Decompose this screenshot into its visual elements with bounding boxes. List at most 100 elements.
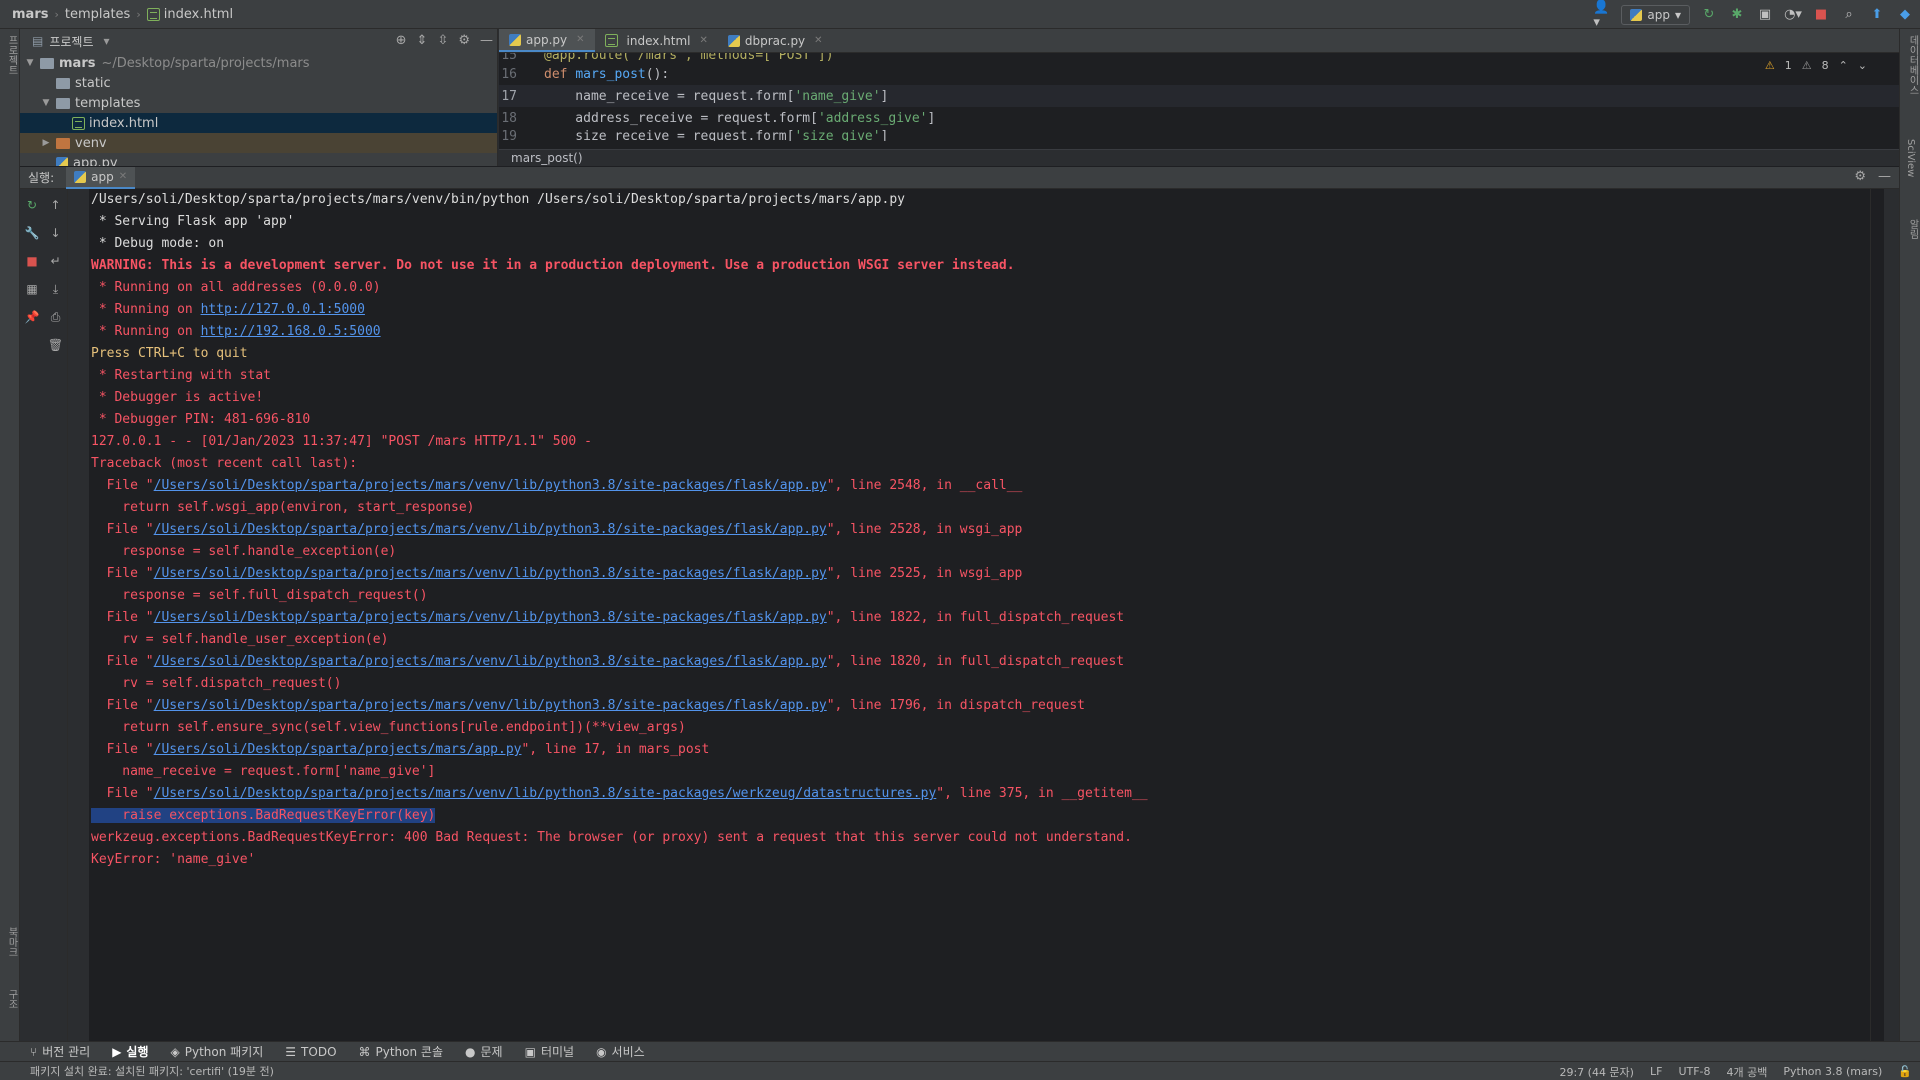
run-toolbar-secondary: ↑ ↓ ↵ ⤓ ⎙ 🗑 (44, 189, 68, 1042)
chevron-right-icon[interactable]: ▶ (40, 138, 52, 148)
lock-icon[interactable]: 🔓 (1898, 1065, 1912, 1078)
traceback-link[interactable]: /Users/soli/Desktop/sparta/projects/mars… (154, 742, 522, 757)
traceback-link[interactable]: /Users/soli/Desktop/sparta/projects/mars… (154, 522, 827, 537)
status-bar: 패키지 설치 완료: 설치된 패키지: 'certifi' (19분 전) 29… (0, 1061, 1920, 1080)
stop-icon[interactable]: ■ (1812, 6, 1830, 24)
update-icon[interactable]: ⬆ (1868, 6, 1886, 24)
chevron-down-icon[interactable]: ▼ (40, 98, 52, 108)
chevron-down-icon[interactable]: ▼ (24, 58, 36, 68)
close-icon[interactable]: ✕ (119, 171, 127, 182)
chevron-up-icon[interactable]: ⌃ (1839, 59, 1848, 72)
breadcrumb-file[interactable]: index.html (146, 7, 233, 22)
minimize-icon[interactable]: — (480, 33, 493, 48)
tool-python-console[interactable]: ⌘ Python 콘솔 (359, 1043, 444, 1060)
pin-icon[interactable]: 📌 (24, 309, 40, 325)
user-icon[interactable]: 👤▾ (1593, 0, 1611, 30)
tool-problems[interactable]: ● 문제 (465, 1043, 503, 1060)
trash-icon[interactable]: 🗑 (48, 337, 64, 353)
gear-icon[interactable]: ⚙ (458, 33, 470, 48)
layout-icon[interactable]: ▦ (24, 281, 40, 297)
project-panel-title[interactable]: 프로젝트 (49, 33, 93, 50)
soft-wrap-icon[interactable]: ↵ (48, 253, 64, 269)
selected-text[interactable]: raise exceptions.BadRequestKeyError(key) (91, 808, 436, 823)
inspection-widget[interactable]: ⚠ 1 ⚠ 8 ⌃ ⌄ (1765, 59, 1867, 72)
minimize-icon[interactable]: — (1878, 169, 1891, 184)
structure-tool-label[interactable]: 구조 (4, 989, 19, 1009)
python-icon (1630, 8, 1643, 21)
console-line: Traceback (most recent call last): (91, 456, 358, 471)
profile-icon[interactable]: ◔▾ (1784, 6, 1802, 24)
close-icon[interactable]: ✕ (814, 35, 822, 46)
tool-services[interactable]: ◉ 서비스 (596, 1043, 645, 1060)
tool-terminal[interactable]: ▣ 터미널 (525, 1043, 574, 1060)
rerun-icon[interactable]: ↻ (1700, 6, 1718, 24)
tab-label: index.html (626, 33, 691, 48)
wrench-icon[interactable]: 🔧 (24, 225, 40, 241)
close-icon[interactable]: ✕ (576, 34, 584, 45)
right-tool-strip: 데이터베이스 SciView 알림 (1899, 29, 1920, 1041)
search-icon[interactable]: ⌕ (1840, 6, 1858, 24)
status-message[interactable]: 패키지 설치 완료: 설치된 패키지: 'certifi' (19분 전) (30, 1063, 274, 1079)
run-config-selector[interactable]: app ▾ (1621, 4, 1690, 25)
chevron-down-icon[interactable]: ⌄ (1858, 59, 1867, 72)
project-tool-label[interactable]: 프로젝트 (4, 35, 19, 75)
console-scrollbar[interactable] (1870, 189, 1884, 1042)
traceback-link[interactable]: /Users/soli/Desktop/sparta/projects/mars… (154, 566, 827, 581)
traceback-link[interactable]: /Users/soli/Desktop/sparta/projects/mars… (154, 610, 827, 625)
bookmarks-tool-label[interactable]: 북마크 (4, 927, 19, 957)
locate-icon[interactable]: ⊕ (396, 33, 407, 48)
collapse-all-icon[interactable]: ⇳ (437, 33, 448, 48)
tree-item-app-py[interactable]: app.py (20, 153, 497, 166)
expand-all-icon[interactable]: ⇕ (417, 33, 428, 48)
tree-item-static[interactable]: static (20, 73, 497, 93)
debug-icon[interactable]: ✱ (1728, 6, 1746, 24)
breadcrumb-function[interactable]: mars_post() (511, 151, 583, 165)
plugin-icon[interactable]: ◆ (1896, 6, 1914, 24)
breadcrumb-folder[interactable]: templates (65, 7, 130, 22)
console-output[interactable]: /Users/soli/Desktop/sparta/projects/mars… (89, 189, 1884, 1042)
console-link[interactable]: http://127.0.0.1:5000 (201, 302, 365, 317)
coverage-icon[interactable]: ▣ (1756, 6, 1774, 24)
weak-warning-count: 8 (1821, 59, 1829, 72)
tree-item-venv[interactable]: ▶ venv (20, 133, 497, 153)
sciview-tool-label[interactable]: SciView (1905, 139, 1916, 177)
console-line: * Debugger PIN: 481-696-810 (91, 412, 311, 427)
code-editor[interactable]: 15 @app.route("/mars", methods=["POST"])… (499, 53, 1899, 149)
tree-item-index-html[interactable]: index.html (20, 113, 497, 133)
tool-run[interactable]: ▶ 실행 (112, 1043, 148, 1060)
python-icon (727, 34, 740, 47)
print-icon[interactable]: ⎙ (48, 309, 64, 325)
chevron-down-icon[interactable]: ▾ (104, 34, 110, 48)
breadcrumb-project[interactable]: mars (12, 7, 48, 22)
console-line: rv = self.dispatch_request() (91, 676, 342, 691)
line-separator[interactable]: LF (1650, 1065, 1662, 1078)
tool-version-control[interactable]: ⑂ 버전 관리 (30, 1043, 90, 1060)
stop-icon[interactable]: ■ (24, 253, 40, 269)
tree-item-mars[interactable]: ▼ mars ~/Desktop/sparta/projects/mars (20, 53, 497, 73)
traceback-link[interactable]: /Users/soli/Desktop/sparta/projects/mars… (154, 698, 827, 713)
traceback-link[interactable]: /Users/soli/Desktop/sparta/projects/mars… (154, 786, 937, 801)
traceback-link[interactable]: /Users/soli/Desktop/sparta/projects/mars… (154, 478, 827, 493)
tab-app-py[interactable]: app.py ✕ (499, 29, 595, 52)
tool-todo[interactable]: ☰ TODO (285, 1045, 336, 1059)
arrow-down-icon[interactable]: ↓ (48, 225, 64, 241)
notifications-tool-label[interactable]: 알림 (1905, 219, 1920, 239)
run-tab-app[interactable]: app ✕ (66, 166, 136, 189)
file-encoding[interactable]: UTF-8 (1678, 1065, 1710, 1078)
close-icon[interactable]: ✕ (700, 35, 708, 46)
console-link[interactable]: http://192.168.0.5:5000 (201, 324, 381, 339)
python-interpreter[interactable]: Python 3.8 (mars) (1783, 1065, 1882, 1078)
indent-setting[interactable]: 4개 공백 (1727, 1064, 1768, 1080)
database-tool-label[interactable]: 데이터베이스 (1905, 35, 1920, 95)
tab-index-html[interactable]: index.html ✕ (595, 29, 718, 52)
rerun-icon[interactable]: ↻ (24, 197, 40, 213)
tool-python-packages[interactable]: ◈ Python 패키지 (171, 1043, 264, 1060)
gear-icon[interactable]: ⚙ (1854, 169, 1866, 184)
code-text: size_receive = request.form['size_give'] (544, 129, 889, 141)
tab-dbprac-py[interactable]: dbprac.py ✕ (718, 29, 833, 52)
tree-item-templates[interactable]: ▼ templates (20, 93, 497, 113)
arrow-up-icon[interactable]: ↑ (48, 197, 64, 213)
scroll-to-end-icon[interactable]: ⤓ (48, 281, 64, 297)
traceback-link[interactable]: /Users/soli/Desktop/sparta/projects/mars… (154, 654, 827, 669)
caret-position[interactable]: 29:7 (44 문자) (1559, 1064, 1634, 1080)
